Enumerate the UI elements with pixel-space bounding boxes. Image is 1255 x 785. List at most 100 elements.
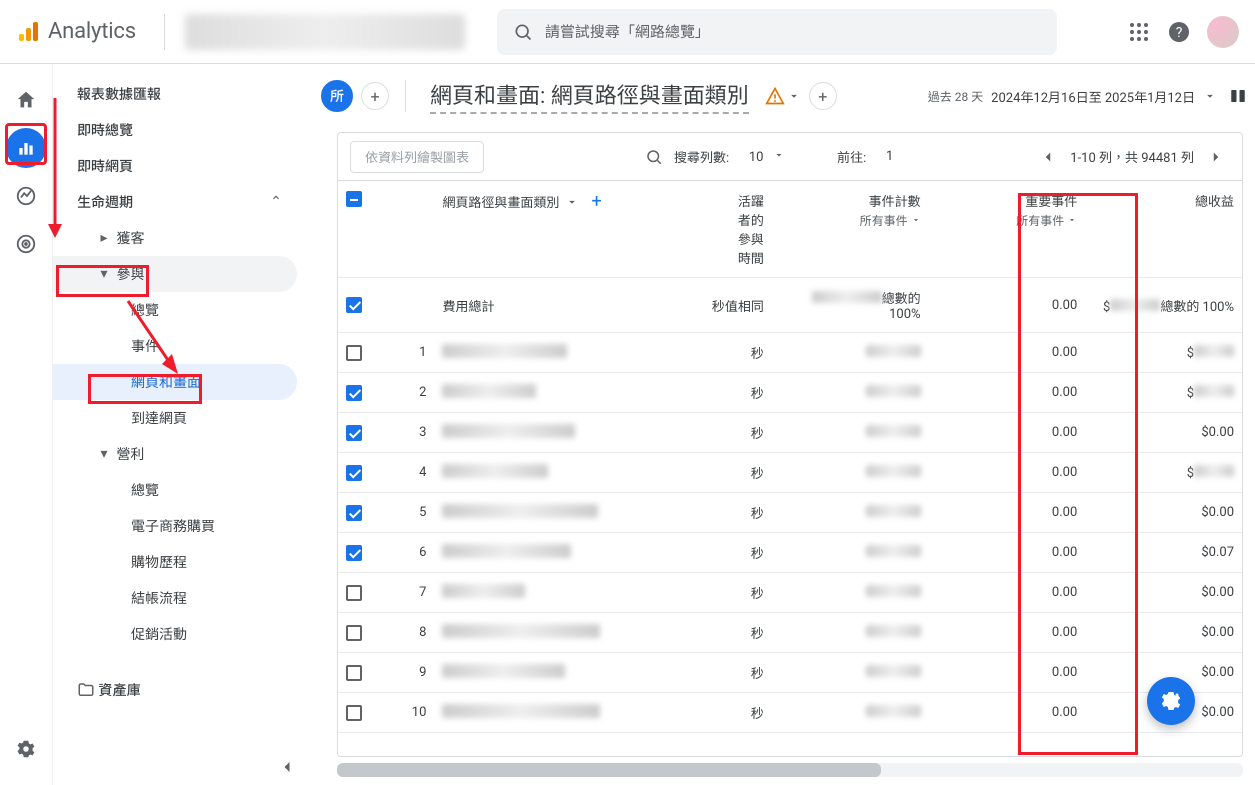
nav-pages-and-screens[interactable]: 網頁和畫面 [53, 364, 297, 400]
table-row[interactable]: 6秒0.00$0.07 [338, 533, 1242, 573]
rows-per-page-select[interactable]: 10 [731, 145, 793, 169]
column-header-engaged-time[interactable]: 活躍 者的 參與 時間 [738, 195, 764, 267]
page-range-text: 1-10 列，共 94481 列 [1070, 147, 1194, 166]
side-nav: 報表數據匯報 即時總覽 即時網頁 生命週期 ⌃ ▸ 獲客 ▾ 參與 總覽 事件 … [53, 64, 309, 785]
rows-per-page-label: 搜尋列數: [674, 147, 729, 166]
row-checkbox[interactable] [346, 297, 362, 313]
global-search[interactable]: 請嘗試搜尋「網路總覽」 [497, 9, 1057, 55]
table-row[interactable]: 4秒0.00$ [338, 453, 1242, 493]
table-row[interactable]: 3秒0.00$0.00 [338, 413, 1242, 453]
row-checkbox[interactable] [346, 345, 362, 361]
chevron-up-icon: ⌃ [267, 194, 285, 210]
row-checkbox[interactable] [346, 385, 362, 401]
rail-reports[interactable] [6, 128, 46, 168]
nav-purchase-journey[interactable]: 購物歷程 [53, 544, 309, 580]
nav-library[interactable]: 資產庫 [53, 672, 309, 708]
data-quality-warning[interactable] [765, 86, 801, 106]
prev-page-button[interactable] [1034, 143, 1062, 171]
row-checkbox[interactable] [346, 545, 362, 561]
nav-acquisition[interactable]: ▸ 獲客 [53, 220, 309, 256]
table-row[interactable]: 1秒0.00$ [338, 333, 1242, 373]
nav-realtime-overview[interactable]: 即時總覽 [53, 112, 309, 148]
rail-explore[interactable] [6, 176, 46, 216]
column-header-event-count[interactable]: 事件計數 所有事件 [772, 181, 929, 278]
dimension-cell [434, 693, 687, 733]
user-avatar[interactable] [1207, 16, 1239, 48]
row-index: 9 [391, 653, 434, 693]
add-comparison-button[interactable]: + [809, 82, 837, 110]
goto-page-input[interactable]: 1 [868, 145, 901, 168]
key-events-cell: 0.00 [929, 453, 1086, 493]
select-all-checkbox[interactable] [346, 191, 362, 207]
nav-promotions[interactable]: 促銷活動 [53, 616, 309, 652]
report-header: 所 + 網頁和畫面: 網頁路徑與畫面類別 + 過去 28 天 2024年12月1… [309, 72, 1255, 120]
row-index: 10 [391, 693, 434, 733]
event-count-cell [772, 693, 929, 733]
row-index: 1 [391, 333, 434, 373]
table-row[interactable]: 5秒0.00$0.00 [338, 493, 1242, 533]
topbar-actions: ? [1127, 16, 1239, 48]
add-filter-button[interactable]: + [361, 82, 389, 110]
revenue-cell: $ [1085, 373, 1242, 413]
event-count-cell [772, 573, 929, 613]
row-checkbox[interactable] [346, 465, 362, 481]
nav-checkout-journey[interactable]: 結帳流程 [53, 580, 309, 616]
row-checkbox[interactable] [346, 705, 362, 721]
report-title[interactable]: 網頁和畫面: 網頁路徑與畫面類別 [430, 78, 749, 114]
totals-label: 費用總計 [434, 278, 687, 333]
nav-monetization[interactable]: ▾ 營利 [53, 436, 309, 472]
nav-report-snapshot[interactable]: 報表數據匯報 [53, 76, 309, 112]
nav-realtime-pages[interactable]: 即時網頁 [53, 148, 309, 184]
dimension-cell [434, 413, 687, 453]
collapse-sidenav-button[interactable] [277, 757, 297, 777]
chevron-down-icon [911, 215, 921, 225]
row-checkbox[interactable] [346, 625, 362, 641]
nav-landing-page[interactable]: 到達網頁 [53, 400, 309, 436]
row-index: 7 [391, 573, 434, 613]
svg-text:?: ? [1176, 25, 1183, 41]
key-events-cell: 0.00 [929, 373, 1086, 413]
column-header-key-events[interactable]: 重要事件 所有事件 [929, 181, 1086, 278]
add-dimension-button[interactable]: + [591, 191, 601, 212]
table-row[interactable]: 2秒0.00$ [338, 373, 1242, 413]
date-range-picker[interactable]: 過去 28 天 2024年12月16日至 2025年1月12日 [928, 87, 1255, 106]
next-page-button[interactable] [1202, 143, 1230, 171]
table-toolbar: 依資料列繪製圖表 搜尋列數: 10 前往: 1 1-10 列，共 94481 列 [338, 133, 1242, 181]
table-row[interactable]: 9秒0.00$0.00 [338, 653, 1242, 693]
key-events-cell: 0.00 [929, 333, 1086, 373]
revenue-cell: $0.00 [1085, 413, 1242, 453]
rail-advertising[interactable] [6, 224, 46, 264]
table-row[interactable]: 8秒0.00$0.00 [338, 613, 1242, 653]
insights-fab[interactable] [1147, 677, 1195, 725]
column-header-total-revenue[interactable]: 總收益 [1085, 181, 1242, 278]
nav-monetization-overview[interactable]: 總覽 [53, 472, 309, 508]
nav-lifecycle-section[interactable]: 生命週期 ⌃ [53, 184, 309, 220]
engaged-time-cell: 秒 [688, 573, 772, 613]
dimension-picker[interactable]: 網頁路徑與畫面類別 + [442, 191, 679, 212]
table-row[interactable]: 7秒0.00$0.00 [338, 573, 1242, 613]
revenue-cell: $0.00 [1085, 573, 1242, 613]
table-search-button[interactable] [636, 148, 672, 166]
table-row[interactable]: 10秒0.00$0.00 [338, 693, 1242, 733]
rail-home[interactable] [6, 80, 46, 120]
row-checkbox[interactable] [346, 665, 362, 681]
property-selector[interactable] [185, 14, 465, 50]
plot-rows-button[interactable]: 依資料列繪製圖表 [350, 141, 484, 173]
nav-engagement[interactable]: ▾ 參與 [53, 256, 297, 292]
nav-events[interactable]: 事件 [53, 328, 309, 364]
product-logo[interactable]: Analytics [16, 19, 136, 44]
row-checkbox[interactable] [346, 425, 362, 441]
nav-ecommerce-purchases[interactable]: 電子商務購買 [53, 508, 309, 544]
nav-engagement-overview[interactable]: 總覽 [53, 292, 309, 328]
event-count-cell [772, 613, 929, 653]
row-index: 4 [391, 453, 434, 493]
horizontal-scrollbar[interactable] [337, 763, 1243, 777]
compare-icon[interactable] [1229, 87, 1247, 105]
help-icon[interactable]: ? [1167, 20, 1191, 44]
row-checkbox[interactable] [346, 505, 362, 521]
apps-icon[interactable] [1127, 20, 1151, 44]
row-checkbox[interactable] [346, 585, 362, 601]
rail-admin[interactable] [6, 729, 46, 769]
dimension-cell [434, 573, 687, 613]
report-scope-chip[interactable]: 所 [321, 80, 353, 112]
